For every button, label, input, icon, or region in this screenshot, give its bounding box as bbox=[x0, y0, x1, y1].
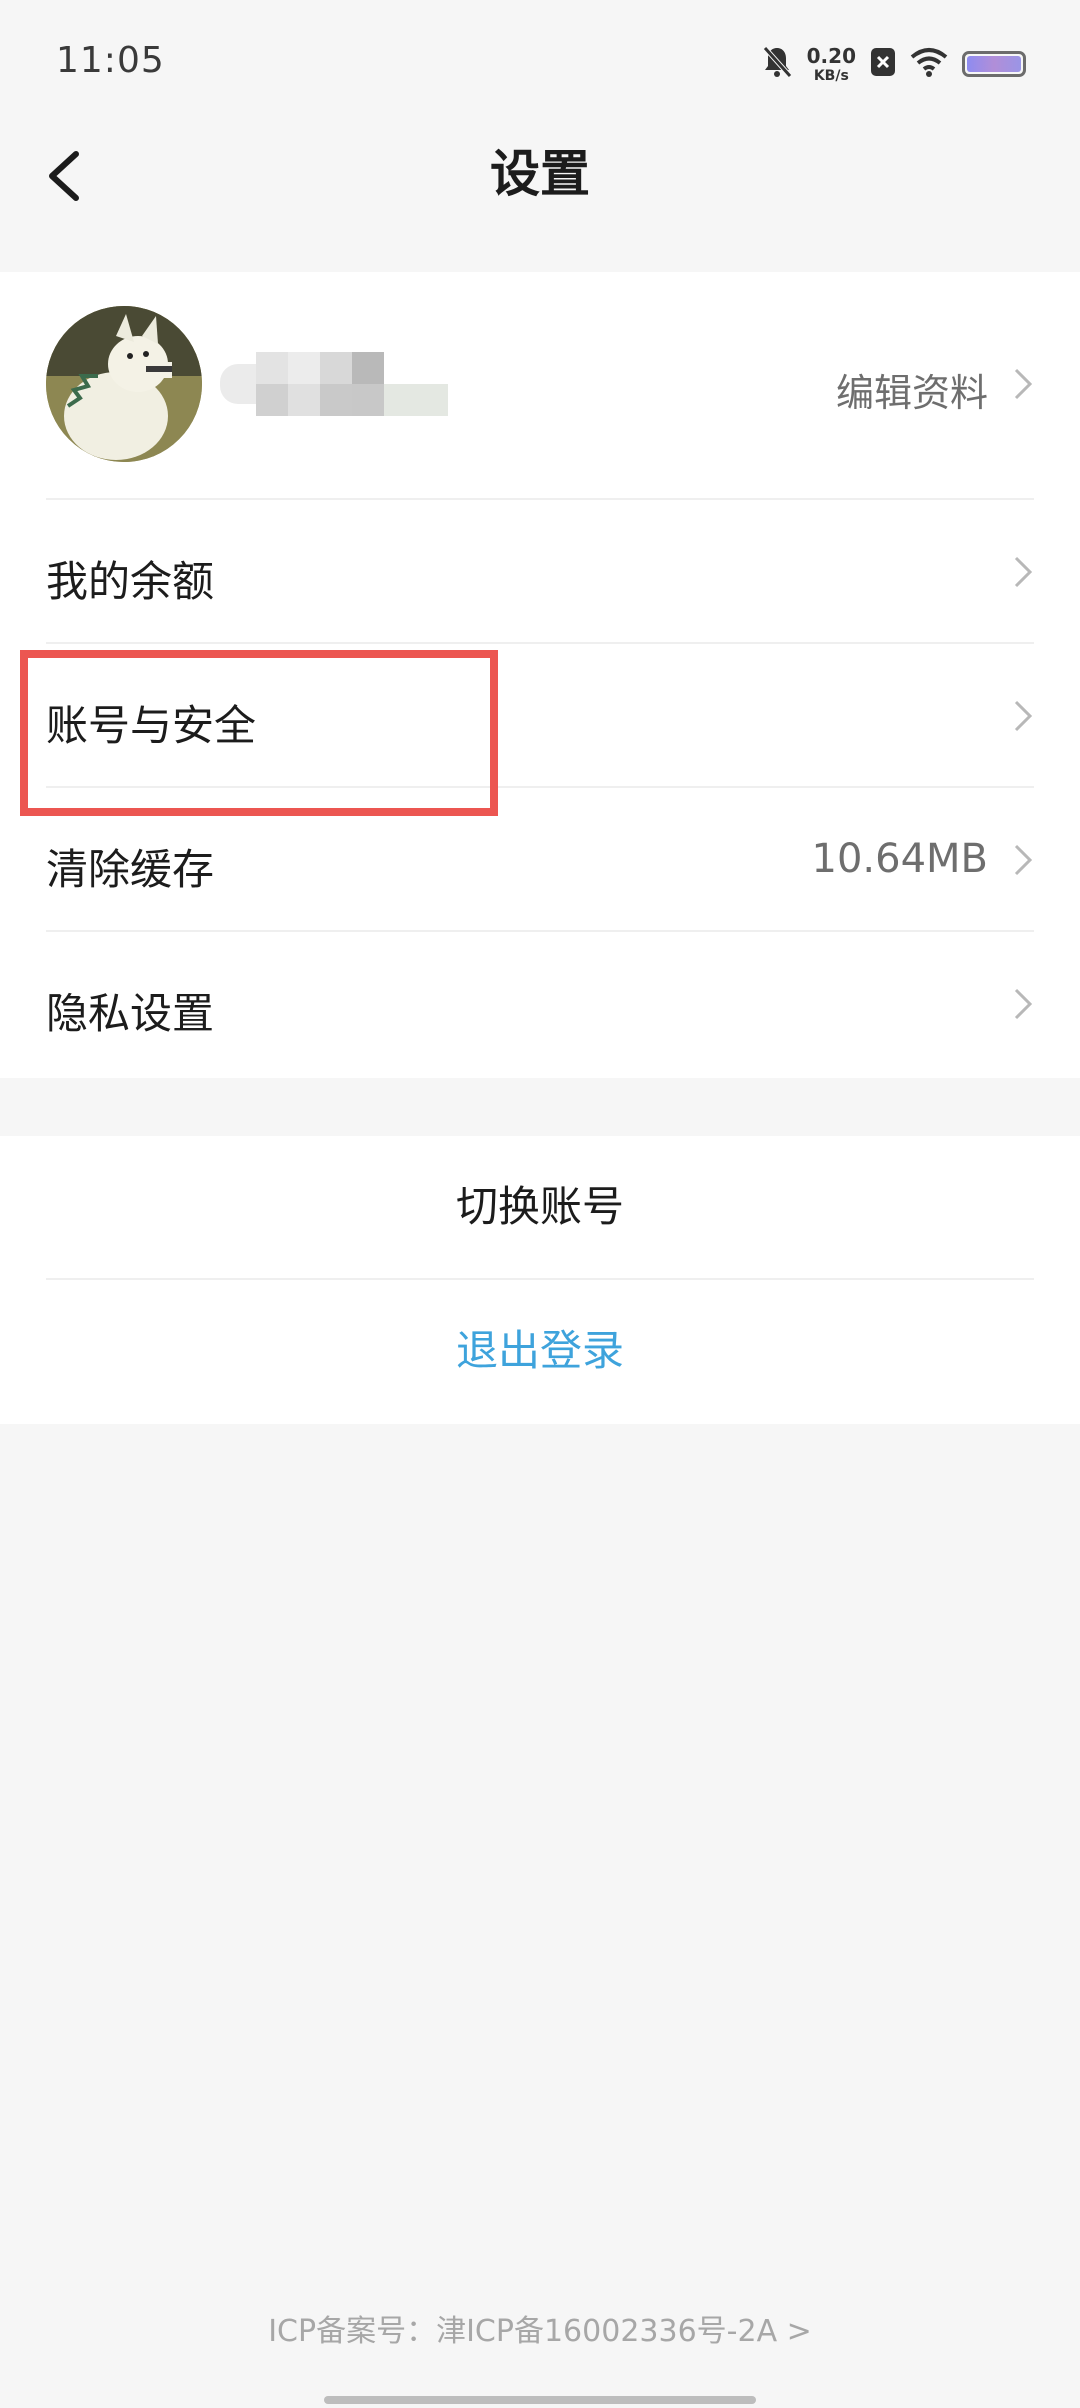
account-actions-card: 切换账号 退出登录 bbox=[0, 1136, 1080, 1424]
home-indicator[interactable] bbox=[324, 2396, 756, 2404]
status-time: 11:05 bbox=[56, 40, 165, 81]
switch-account-button[interactable]: 切换账号 bbox=[0, 1136, 1080, 1278]
net-speed: 0.20 KB/s bbox=[807, 46, 856, 83]
settings-item-privacy[interactable]: 隐私设置 bbox=[0, 932, 1080, 1074]
page-title: 设置 bbox=[490, 145, 590, 203]
icp-link[interactable]: ICP备案号：津ICP备16002336号-2A > bbox=[0, 2306, 1080, 2350]
status-icons: 0.20 KB/s bbox=[761, 40, 1026, 88]
username-blurred bbox=[220, 352, 448, 416]
edit-profile-label: 编辑资料 bbox=[835, 371, 988, 415]
bell-muted-icon bbox=[761, 45, 793, 83]
logout-button[interactable]: 退出登录 bbox=[0, 1280, 1080, 1422]
cache-size-value: 10.64MB bbox=[811, 836, 988, 882]
chevron-right-icon bbox=[1014, 556, 1033, 588]
settings-item-balance[interactable]: 我的余额 bbox=[0, 500, 1080, 642]
profile-row[interactable]: 编辑资料 bbox=[0, 272, 1080, 498]
settings-item-label: 隐私设置 bbox=[46, 989, 215, 1038]
avatar bbox=[46, 306, 202, 462]
net-speed-value: 0.20 bbox=[806, 43, 856, 68]
net-speed-unit: KB/s bbox=[813, 67, 849, 84]
chevron-right-icon bbox=[1014, 700, 1033, 732]
settings-item-label: 清除缓存 bbox=[46, 845, 215, 894]
chevron-right-icon bbox=[1014, 988, 1033, 1020]
settings-item-label: 我的余额 bbox=[46, 557, 215, 606]
status-bar: 11:05 0.20 KB/s bbox=[0, 0, 1080, 126]
highlight-box bbox=[20, 650, 498, 816]
chevron-right-icon bbox=[1014, 844, 1033, 876]
wifi-icon bbox=[910, 47, 948, 81]
nav-bar: 设置 bbox=[0, 126, 1080, 276]
close-box-icon bbox=[870, 47, 896, 81]
battery-icon bbox=[962, 51, 1026, 77]
battery-level bbox=[967, 56, 1021, 72]
chevron-right-icon bbox=[1014, 368, 1033, 400]
